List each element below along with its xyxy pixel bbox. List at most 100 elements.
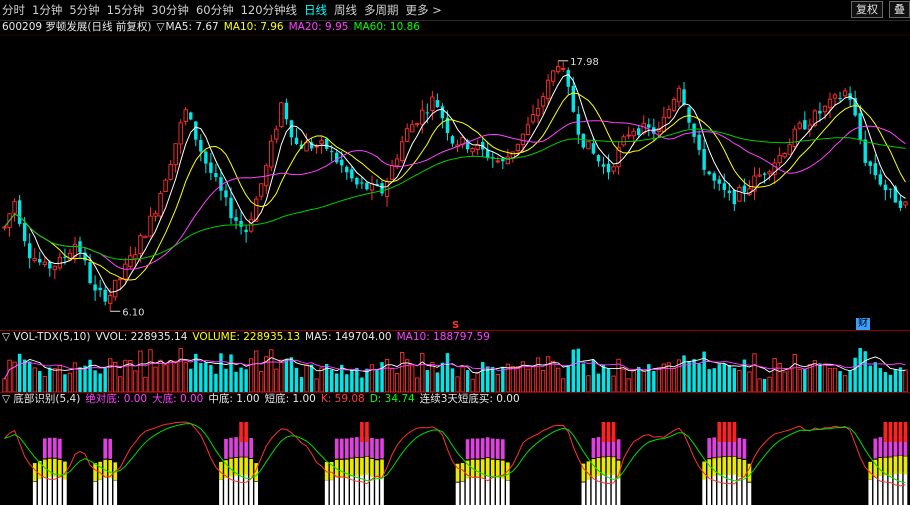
short-bottom-bar [380,476,384,505]
mid-bottom-bar [93,463,97,482]
volume-bar [168,360,173,392]
candle-body [647,124,651,128]
indicator-title[interactable]: ▽ 底部识别(5,4) [2,393,80,406]
candle-body [329,151,334,153]
candle-body [239,220,243,227]
candle-body [777,154,782,164]
candle-body [410,124,415,133]
candle-body [98,287,102,291]
big-bottom-bar [234,437,238,458]
volume-bar [515,366,521,392]
candle-body [93,284,97,291]
volume-bar [782,371,787,392]
absolute-bottom-bar [903,422,908,442]
candle-body [822,105,828,113]
short-bottom-bar [898,471,903,505]
ma-collapse-icon[interactable]: ▽ [156,21,164,34]
absolute-bottom-bar [898,422,903,442]
candle-body [470,147,475,153]
big-bottom-bar [501,439,505,460]
candle-body [556,65,561,73]
candle-body [289,120,294,138]
candle-body [52,265,58,270]
volume-bar [727,365,732,392]
big-bottom-bar [485,437,490,458]
candle-body [32,258,37,262]
volume-bar [67,372,73,392]
candle-body [324,138,329,149]
period-tab[interactable]: 60分钟 [196,2,234,18]
volume-title[interactable]: ▽ VOL-TDX(5,10) [2,331,90,344]
short-bottom-bar [108,477,113,505]
candle-body [581,133,586,148]
ma5-value: MA5: 7.67 [165,21,219,33]
candle-body [873,163,877,176]
period-tab[interactable]: 日线 [304,2,327,18]
finance-marker[interactable]: 财 [856,318,870,330]
period-tab[interactable]: 多周期 [364,2,399,18]
indicator-chart[interactable] [0,406,910,505]
overlay-button[interactable]: 叠 [889,1,910,18]
mid-bottom-value: 中底: 1.00 [208,393,260,405]
volume-bar [78,367,82,392]
period-tab[interactable]: 分时 [2,2,25,18]
absolute-bottom-bar [717,422,722,442]
volume-bar [535,357,541,392]
period-tab[interactable]: 周线 [334,2,357,18]
candlestick-chart[interactable]: 17.98 6.10 [0,34,910,331]
candle-body [702,149,706,170]
short-bottom-bar [702,479,706,505]
short-bottom-bar [48,475,52,505]
big-bottom-bar [339,438,344,459]
volume-chart[interactable] [0,344,910,392]
volume-bar [878,368,883,392]
candle-body [42,261,47,266]
candle-body [148,215,153,237]
period-tab[interactable]: 更多 > [406,2,442,18]
volume-bar [581,363,586,392]
mid-bottom-bar [249,459,253,478]
candle-body [360,182,364,184]
candle-body [591,143,596,154]
volume-bar [369,364,375,392]
volume-bar [199,363,203,392]
high-price-label: 17.98 [570,57,599,68]
ma10-value: MA10: 7.96 [223,21,284,33]
volume-bar [234,371,238,392]
period-toolbar: 分时 1分钟 5分钟 15分钟 30分钟 60分钟 120分钟线 日线 周线 多周期 更多 > 复权… [0,0,910,21]
volume-bar [888,374,893,392]
adjust-button[interactable]: 复权 [851,1,883,18]
absolute-bottom-bar [239,422,243,442]
candle-body [380,183,384,194]
period-tab[interactable]: 30分钟 [151,2,189,18]
volume-bar [807,364,813,392]
candle-body [259,183,264,197]
short-bottom-bar [591,476,596,505]
volume-bar [556,367,561,392]
period-tab[interactable]: 5分钟 [69,2,99,18]
volume-bar [460,366,465,392]
period-tab[interactable]: 120分钟线 [241,2,297,18]
period-tab[interactable]: 1分钟 [32,2,62,18]
candle-body [234,217,238,221]
candle-body [661,116,667,132]
short-bottom-bar [475,476,480,505]
volume-bar [656,367,662,392]
big-bottom-bar [355,437,359,458]
volume-bar [7,359,12,392]
volume-bar [717,364,721,392]
candle-body [189,112,193,120]
short-bottom-bar [219,479,223,505]
big-bottom-bar [707,438,711,459]
short-bottom-bar [98,479,102,505]
volume-bar [350,370,354,392]
short-bottom-bar [63,479,67,505]
volume-bar [319,367,324,392]
short-bottom-bar [344,476,349,505]
volume-bar [491,366,495,392]
volume-bar [576,348,581,392]
period-tab[interactable]: 15分钟 [107,2,145,18]
candle-body [550,70,556,82]
volume-bar [108,358,113,392]
mid-bottom-bar [611,457,616,476]
